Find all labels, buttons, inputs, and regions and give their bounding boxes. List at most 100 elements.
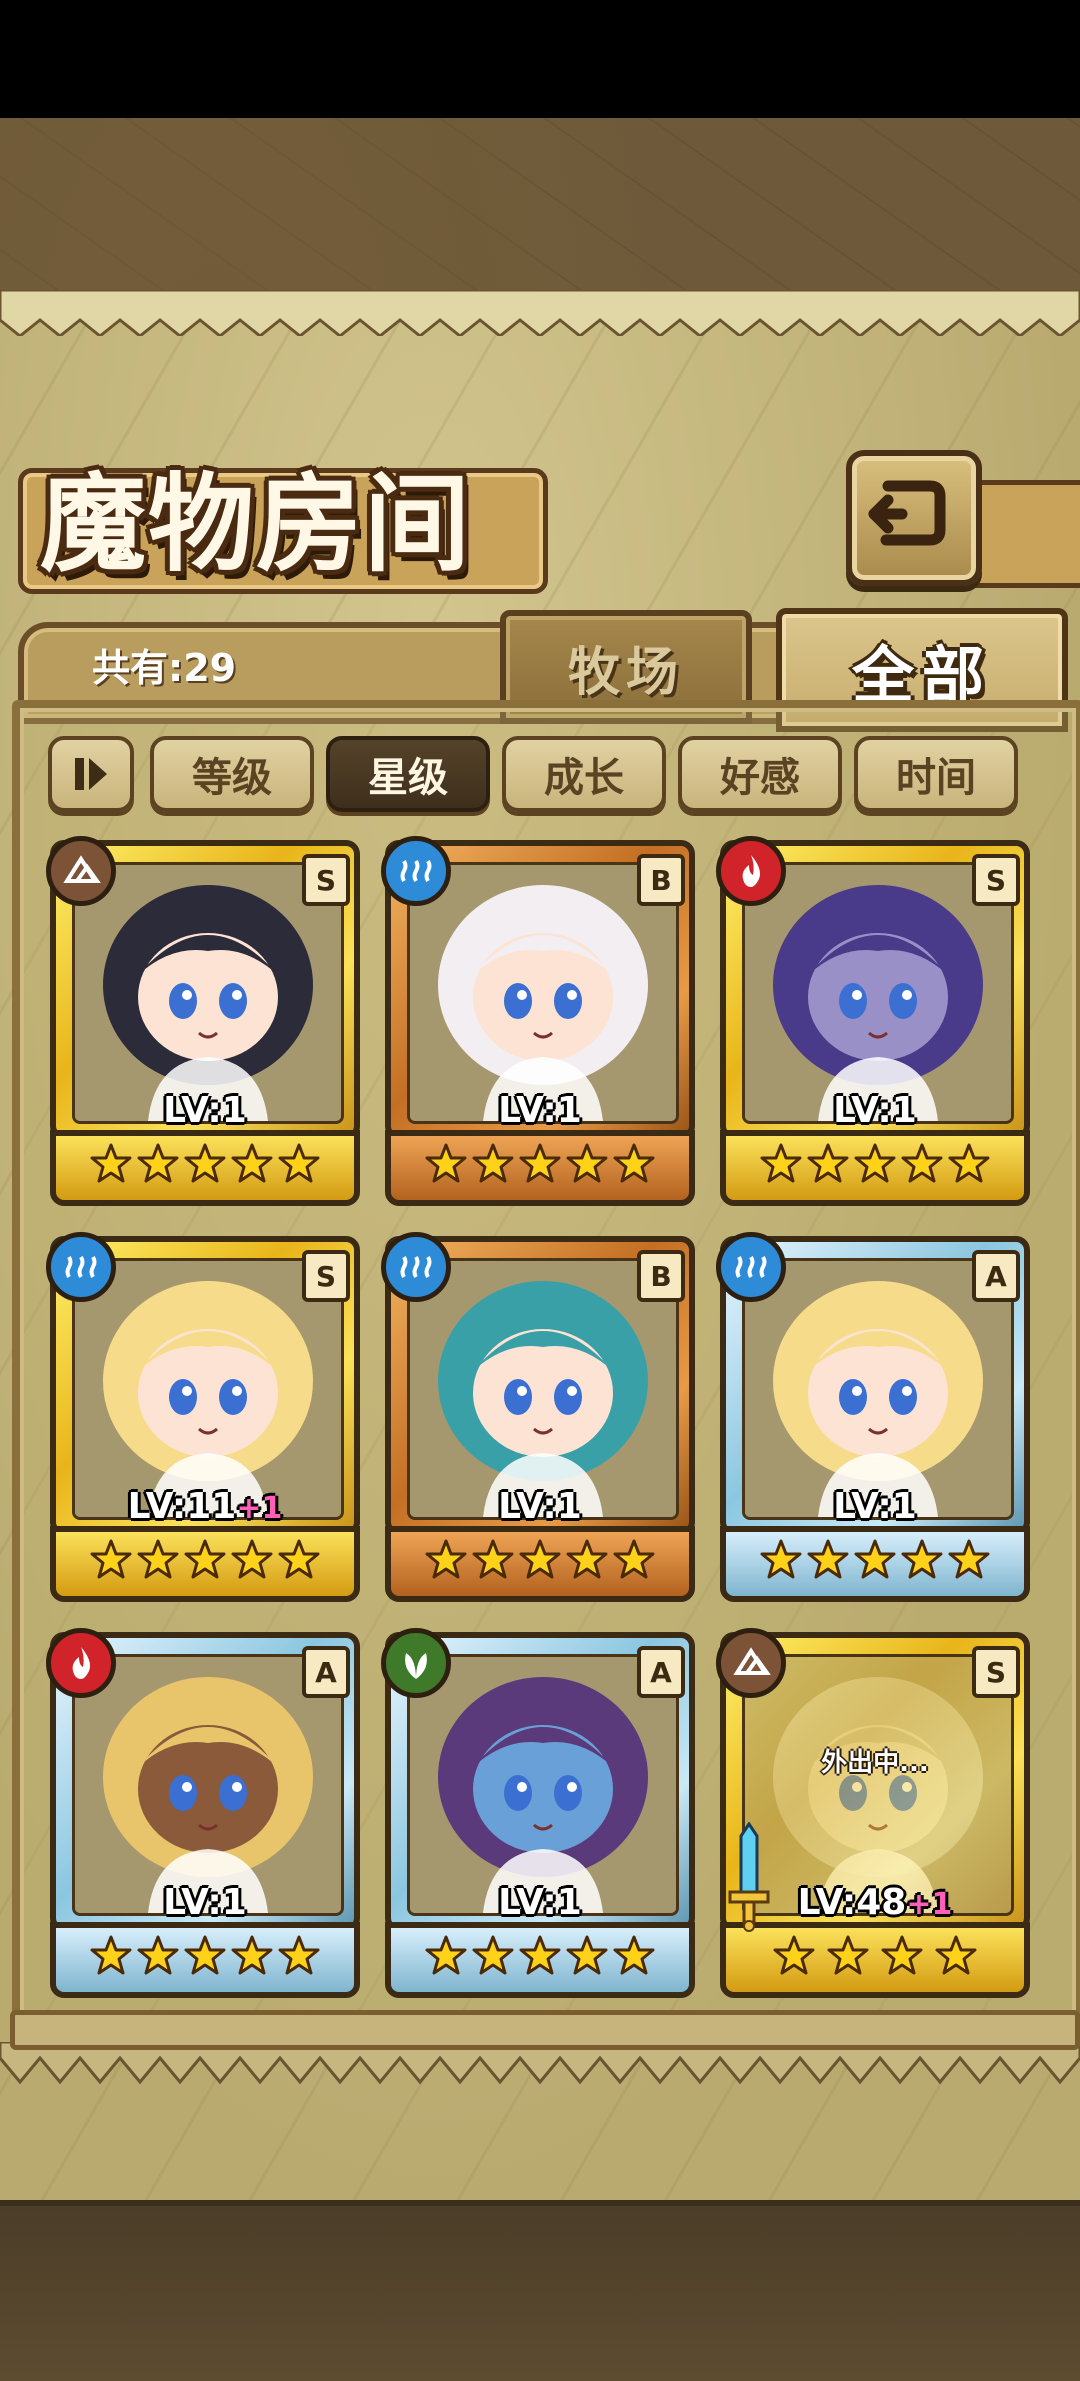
monster-card[interactable]: S LV:1 <box>46 836 360 1206</box>
star-icon <box>613 1539 655 1579</box>
rank-badge: A <box>972 1250 1020 1302</box>
monster-level: LV:1 <box>385 1090 695 1131</box>
level-value: LV:11 <box>127 1486 237 1527</box>
level-value: LV:1 <box>833 1486 917 1527</box>
star-icon <box>231 1539 273 1579</box>
bottom-map-strip <box>0 2200 1080 2381</box>
star-icon <box>613 1143 655 1183</box>
star-rating <box>90 1924 320 1988</box>
sort-time-button[interactable]: 时间 <box>854 736 1018 812</box>
star-icon <box>425 1539 467 1579</box>
monster-card[interactable]: B LV:1 <box>381 1232 695 1602</box>
star-icon <box>566 1143 608 1183</box>
frame-bottom-rail <box>10 2010 1080 2050</box>
star-icon <box>184 1143 226 1183</box>
water-element-icon <box>716 1232 786 1302</box>
star-rating <box>425 1528 655 1592</box>
star-icon <box>519 1935 561 1975</box>
star-icon <box>278 1539 320 1579</box>
star-icon <box>854 1539 896 1579</box>
monster-level: LV:1 <box>385 1486 695 1527</box>
level-value: LV:1 <box>163 1882 247 1923</box>
star-icon <box>137 1143 179 1183</box>
star-icon <box>425 1143 467 1183</box>
rank-badge: A <box>302 1646 350 1698</box>
sort-growth-button[interactable]: 成长 <box>502 736 666 812</box>
return-arrow-icon <box>868 480 946 546</box>
star-icon <box>278 1935 320 1975</box>
monster-level: LV:11+1 <box>50 1486 360 1527</box>
water-element-icon <box>381 836 451 906</box>
monster-card[interactable]: B LV:1 <box>381 836 695 1206</box>
panel-top-edge <box>0 290 1080 336</box>
monster-card[interactable]: A LV:1 <box>381 1628 695 1998</box>
level-bonus: +1 <box>906 1887 953 1922</box>
wood-element-icon <box>381 1628 451 1698</box>
rank-badge: S <box>302 854 350 906</box>
star-icon <box>881 1935 923 1975</box>
rank-badge: B <box>637 854 685 906</box>
star-icon <box>948 1539 990 1579</box>
star-icon <box>137 1935 179 1975</box>
star-rating <box>760 1924 990 1988</box>
star-icon <box>472 1539 514 1579</box>
star-icon <box>425 1935 467 1975</box>
star-rating <box>760 1528 990 1592</box>
water-element-icon <box>46 1232 116 1302</box>
monster-card[interactable]: A LV:1 <box>46 1628 360 1998</box>
star-icon <box>184 1539 226 1579</box>
star-icon <box>807 1143 849 1183</box>
monster-level: LV:1 <box>720 1486 1030 1527</box>
monster-card[interactable]: A LV:1 <box>716 1232 1030 1602</box>
star-icon <box>760 1539 802 1579</box>
star-icon <box>935 1935 977 1975</box>
back-button[interactable] <box>846 450 982 586</box>
level-value: LV:1 <box>498 1882 582 1923</box>
star-icon <box>613 1935 655 1975</box>
monster-level: LV:1 <box>50 1882 360 1923</box>
star-icon <box>90 1143 132 1183</box>
star-rating <box>425 1924 655 1988</box>
star-icon <box>231 1143 273 1183</box>
sort-level-button[interactable]: 等级 <box>150 736 314 812</box>
star-rating <box>425 1132 655 1196</box>
star-icon <box>566 1539 608 1579</box>
star-icon <box>807 1539 849 1579</box>
sort-direction-icon <box>75 758 107 790</box>
rank-badge: S <box>302 1250 350 1302</box>
earth-element-icon <box>46 836 116 906</box>
monster-card[interactable]: S 外出中... LV:48+1 <box>716 1628 1030 1998</box>
star-icon <box>854 1143 896 1183</box>
monster-level: LV:48+1 <box>720 1882 1030 1923</box>
rank-badge: S <box>972 1646 1020 1698</box>
sort-star-button[interactable]: 星级 <box>326 736 490 812</box>
star-rating <box>90 1132 320 1196</box>
level-value: LV:48 <box>797 1882 907 1923</box>
star-icon <box>519 1143 561 1183</box>
rank-badge: S <box>972 854 1020 906</box>
level-bonus: +1 <box>236 1491 283 1526</box>
star-icon <box>90 1539 132 1579</box>
water-element-icon <box>381 1232 451 1302</box>
monster-level: LV:1 <box>50 1090 360 1131</box>
monster-card[interactable]: S LV:11+1 <box>46 1232 360 1602</box>
star-icon <box>827 1935 869 1975</box>
fire-element-icon <box>716 836 786 906</box>
level-value: LV:1 <box>498 1486 582 1527</box>
rank-badge: A <box>637 1646 685 1698</box>
star-icon <box>137 1539 179 1579</box>
monster-level: LV:1 <box>385 1882 695 1923</box>
fire-element-icon <box>46 1628 116 1698</box>
level-value: LV:1 <box>163 1090 247 1131</box>
star-icon <box>901 1143 943 1183</box>
rank-badge: B <box>637 1250 685 1302</box>
sort-direction-button[interactable] <box>48 736 134 812</box>
earth-element-icon <box>716 1628 786 1698</box>
level-value: LV:1 <box>498 1090 582 1131</box>
star-icon <box>231 1935 273 1975</box>
sort-affection-button[interactable]: 好感 <box>678 736 842 812</box>
monster-card[interactable]: S LV:1 <box>716 836 1030 1206</box>
monster-count: 共有:29 <box>92 646 237 690</box>
monster-level: LV:1 <box>720 1090 1030 1131</box>
away-status: 外出中... <box>821 1748 929 1778</box>
